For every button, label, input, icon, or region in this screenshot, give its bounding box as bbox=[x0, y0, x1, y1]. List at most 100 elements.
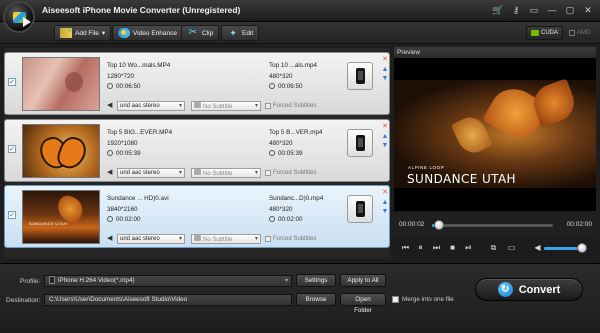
apply-to-all-button[interactable]: Apply to All bbox=[340, 274, 386, 287]
forced-subtitles-checkbox[interactable] bbox=[265, 235, 271, 242]
forced-subtitles-checkbox[interactable] bbox=[265, 102, 271, 109]
audio-track-select[interactable]: und aac stereo bbox=[117, 167, 185, 178]
move-down-icon[interactable]: ▼ bbox=[381, 142, 389, 150]
source-filename: Top 5 BIG...EVER.MP4 bbox=[107, 129, 173, 136]
edit-button[interactable]: ✦ Edit bbox=[221, 25, 260, 41]
output-device-button[interactable] bbox=[347, 195, 373, 223]
forced-subtitles-option[interactable]: Forced Subtitles bbox=[265, 235, 317, 242]
output-filename[interactable]: Sundanc...D)0.mp4 bbox=[269, 194, 323, 205]
forced-subtitles-label: Forced Subtitles bbox=[273, 235, 317, 242]
snapshot-icon[interactable]: ⧉ bbox=[489, 243, 498, 252]
browse-button[interactable]: Browse bbox=[296, 293, 336, 306]
open-folder-button[interactable]: Open Folder bbox=[340, 293, 386, 314]
forced-subtitles-checkbox[interactable] bbox=[265, 169, 271, 176]
output-filename[interactable]: Top 5 B...VER.mp4 bbox=[269, 128, 323, 139]
track-options: ◀ und aac stereo No Subtitle Forced Subt… bbox=[107, 233, 316, 244]
move-up-icon[interactable]: ▲ bbox=[381, 199, 389, 207]
output-duration: 00:06:50 bbox=[278, 83, 303, 90]
restore-icon[interactable]: ▢ bbox=[562, 4, 578, 17]
output-info: Top 5 B...VER.mp4 480*320 00:05:39 bbox=[269, 128, 323, 160]
remove-file-icon[interactable]: ✕ bbox=[381, 189, 389, 197]
register-icon[interactable]: ⚷ bbox=[508, 4, 524, 17]
move-down-icon[interactable]: ▼ bbox=[381, 75, 389, 83]
volume-handle[interactable] bbox=[577, 243, 587, 253]
source-info: Top 10 Wo...mals.MP4 1280*720 00:06:50 bbox=[107, 61, 170, 93]
output-device-button[interactable] bbox=[347, 129, 373, 157]
audio-track-select[interactable]: und aac stereo bbox=[117, 233, 185, 244]
profile-select[interactable]: iPhone H.264 Video(*.mp4) bbox=[44, 275, 292, 287]
cuda-toggle[interactable]: CUDA bbox=[526, 26, 564, 40]
clip-label: Clip bbox=[202, 29, 214, 37]
convert-icon: ↻ bbox=[497, 282, 513, 297]
track-options: ◀ und aac stereo No Subtitle Forced Subt… bbox=[107, 100, 316, 111]
settings-button[interactable]: Settings bbox=[296, 274, 336, 287]
amd-toggle[interactable]: AMD bbox=[565, 26, 594, 40]
merge-label: Merge into one file bbox=[402, 296, 454, 303]
minimize-icon[interactable]: — bbox=[544, 4, 560, 17]
clock-icon bbox=[269, 150, 275, 156]
source-resolution: 1920*1080 bbox=[107, 139, 138, 147]
skip-forward-icon[interactable]: ⏭ bbox=[432, 243, 441, 252]
subtitle-icon bbox=[194, 234, 201, 241]
thumbnail-caption: SUNDANCE UTAH bbox=[29, 221, 68, 226]
profile-label: Profile: bbox=[20, 278, 41, 285]
video-thumbnail[interactable] bbox=[22, 57, 100, 111]
output-resolution: 480*320 bbox=[269, 72, 293, 80]
open-folder-icon[interactable]: ▭ bbox=[507, 243, 516, 252]
video-enhance-button[interactable]: Video Enhance bbox=[112, 25, 183, 41]
move-up-icon[interactable]: ▲ bbox=[381, 66, 389, 74]
output-filename[interactable]: Top 10 ...als.mp4 bbox=[269, 61, 317, 72]
file-checkbox[interactable]: ✓ bbox=[8, 145, 16, 153]
subtitle-select[interactable]: No Subtitle bbox=[191, 167, 261, 178]
source-duration: 00:06:50 bbox=[116, 83, 141, 90]
video-thumbnail[interactable]: SUNDANCE UTAH bbox=[22, 190, 100, 244]
volume-icon[interactable]: ◀ bbox=[533, 243, 542, 252]
output-device-button[interactable] bbox=[347, 62, 373, 90]
seek-handle[interactable] bbox=[434, 220, 444, 230]
remove-file-icon[interactable]: ✕ bbox=[381, 123, 389, 131]
subtitle-icon bbox=[194, 101, 201, 108]
merge-option[interactable]: Merge into one file bbox=[392, 296, 454, 303]
seek-bar-area: 00:00:02 00:02:00 bbox=[394, 214, 596, 236]
destination-field[interactable]: C:\Users\User\Documents\Aiseesoft Studio… bbox=[44, 294, 292, 306]
source-filename: Sundance ... HD)0.avi bbox=[107, 195, 169, 202]
skip-back-icon[interactable]: ⏮ bbox=[401, 243, 410, 252]
subtitle-select[interactable]: No Subtitle bbox=[191, 233, 261, 244]
output-duration-row: 00:06:50 bbox=[269, 82, 317, 93]
audio-track-select[interactable]: und aac stereo bbox=[117, 100, 185, 111]
toolbar: Add File ▾ Video Enhance ✂ Clip ✦ Edit C… bbox=[0, 22, 600, 44]
add-file-button[interactable]: Add File ▾ bbox=[54, 25, 112, 41]
file-row[interactable]: ✓ Top 10 Wo...mals.MP4 1280*720 00:06:50… bbox=[4, 52, 390, 115]
remove-file-icon[interactable]: ✕ bbox=[381, 56, 389, 64]
speaker-icon: ◀ bbox=[107, 169, 113, 176]
titlebar-controls: 🛒 ⚷ ▭ — ▢ ✕ bbox=[490, 4, 596, 17]
convert-button[interactable]: ↻ Convert bbox=[475, 278, 583, 301]
clip-button[interactable]: ✂ Clip bbox=[181, 25, 220, 41]
iphone-icon bbox=[356, 68, 365, 84]
clock-icon bbox=[269, 216, 275, 222]
video-enhance-label: Video Enhance bbox=[133, 29, 177, 37]
file-row-selected[interactable]: ✓ SUNDANCE UTAH Sundance ... HD)0.avi 38… bbox=[4, 185, 390, 248]
pause-icon[interactable]: ⏸ bbox=[416, 243, 425, 252]
logo-play bbox=[23, 17, 31, 27]
cart-icon[interactable]: 🛒 bbox=[490, 4, 506, 17]
stop-icon[interactable]: ■ bbox=[448, 243, 457, 252]
source-duration-row: 00:06:50 bbox=[107, 82, 170, 93]
next-frame-icon[interactable]: ⏯ bbox=[464, 243, 473, 252]
move-up-icon[interactable]: ▲ bbox=[381, 133, 389, 141]
feedback-icon[interactable]: ▭ bbox=[526, 4, 542, 17]
file-checkbox[interactable]: ✓ bbox=[8, 78, 16, 86]
file-row[interactable]: ✓ Top 5 BIG...EVER.MP4 1920*1080 00:05:3… bbox=[4, 119, 390, 182]
edit-icon: ✦ bbox=[229, 28, 237, 38]
merge-checkbox[interactable] bbox=[392, 296, 399, 303]
subtitle-select[interactable]: No Subtitle bbox=[191, 100, 261, 111]
seek-track[interactable] bbox=[432, 224, 553, 227]
clock-icon bbox=[107, 83, 113, 89]
forced-subtitles-option[interactable]: Forced Subtitles bbox=[265, 169, 316, 176]
video-thumbnail[interactable] bbox=[22, 124, 100, 178]
close-icon[interactable]: ✕ bbox=[580, 4, 596, 17]
file-checkbox[interactable]: ✓ bbox=[8, 211, 16, 219]
source-duration-row: 00:05:39 bbox=[107, 149, 172, 160]
forced-subtitles-option[interactable]: Forced Subtitles bbox=[265, 102, 316, 109]
move-down-icon[interactable]: ▼ bbox=[381, 208, 389, 216]
